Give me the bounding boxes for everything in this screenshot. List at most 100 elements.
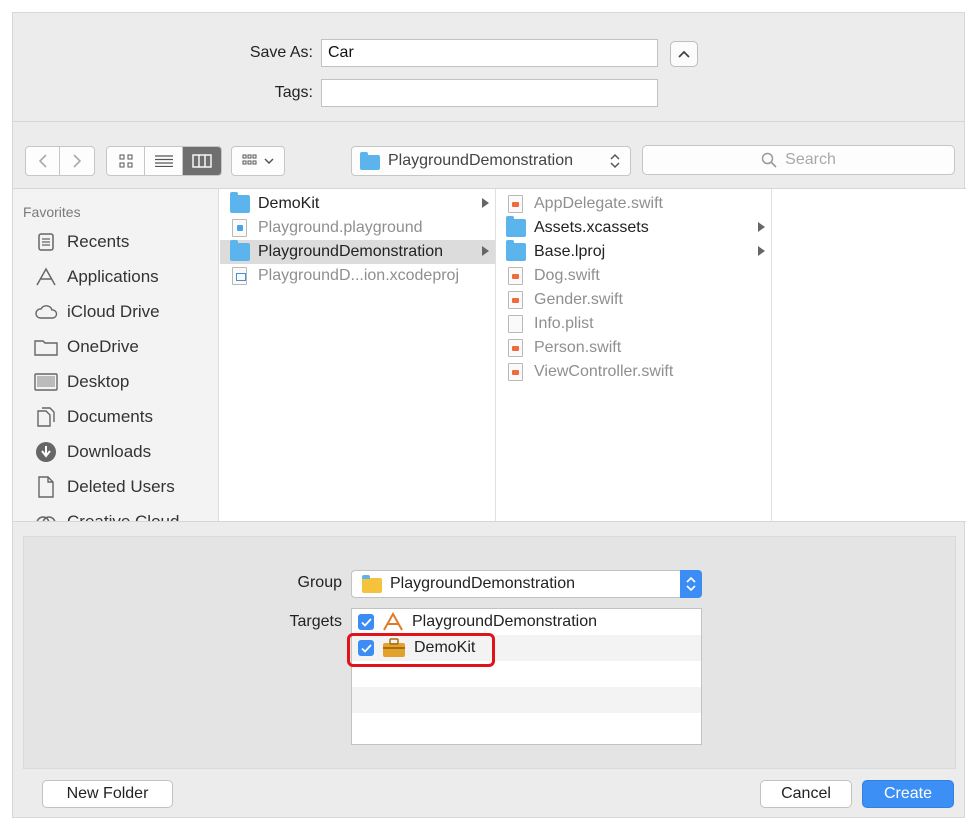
sidebar-item-label: Recents [67, 232, 130, 251]
arrange-grid-icon [242, 154, 257, 165]
sidebar-item-onedrive[interactable]: OneDrive [33, 336, 139, 358]
list-item[interactable]: DemoKit [220, 192, 495, 216]
list-view-button[interactable] [145, 147, 183, 175]
item-name: ViewController.swift [534, 363, 674, 380]
group-folder-icon [362, 575, 382, 593]
columns-icon [192, 154, 212, 168]
new-folder-button[interactable]: New Folder [42, 780, 173, 808]
swift-file-icon [508, 339, 523, 357]
list-item[interactable]: Person.swift [496, 336, 771, 360]
list-item-selected[interactable]: PlaygroundDemonstration [220, 240, 495, 264]
sidebar-item-label: Desktop [67, 372, 130, 391]
sidebar: Favorites Recents Applications iCloud Dr… [13, 189, 219, 521]
item-name: Assets.xcassets [534, 219, 649, 236]
chevron-up-icon [678, 50, 690, 58]
search-placeholder: Search [785, 151, 836, 168]
create-button[interactable]: Create [862, 780, 954, 808]
item-name: DemoKit [258, 195, 320, 212]
list-item[interactable]: Gender.swift [496, 288, 771, 312]
empty-row [352, 687, 701, 713]
column-view-button[interactable] [183, 147, 221, 175]
file-browser: Favorites Recents Applications iCloud Dr… [13, 188, 966, 522]
list-item[interactable]: Playground.playground [220, 216, 495, 240]
disclosure-arrow-icon [758, 246, 765, 256]
list-item[interactable]: Assets.xcassets [496, 216, 771, 240]
browser-column-2: AppDelegate.swift Assets.xcassets Base.l… [496, 189, 772, 521]
documents-icon [33, 406, 59, 428]
folder-icon [506, 216, 526, 237]
view-mode-control [106, 146, 222, 176]
group-stepper[interactable] [680, 570, 702, 598]
cloud-icon [33, 301, 59, 323]
desktop-icon [33, 371, 59, 393]
tags-input[interactable] [321, 79, 658, 107]
arrange-button[interactable] [231, 146, 285, 176]
back-button[interactable] [26, 147, 60, 175]
sidebar-item-label: Downloads [67, 442, 152, 461]
document-icon [33, 476, 59, 498]
plist-file-icon [508, 315, 523, 333]
list-item[interactable]: PlaygroundD...ion.xcodeproj [220, 264, 495, 288]
sidebar-item-label: iCloud Drive [67, 302, 160, 321]
sidebar-item-downloads[interactable]: Downloads [33, 441, 151, 463]
list-item[interactable]: ViewController.swift [496, 360, 771, 384]
disclosure-arrow-icon [482, 246, 489, 256]
highlight-annotation [347, 633, 495, 667]
swift-file-icon [508, 291, 523, 309]
list-item[interactable]: Info.plist [496, 312, 771, 336]
grid-icon [119, 154, 132, 168]
sidebar-item-deleted-users[interactable]: Deleted Users [33, 476, 175, 498]
chevron-left-icon [38, 154, 47, 168]
item-name: Person.swift [534, 339, 622, 356]
playground-file-icon [232, 219, 247, 237]
item-name: PlaygroundDemonstration [258, 243, 443, 260]
empty-row [352, 713, 701, 739]
list-item[interactable]: Dog.swift [496, 264, 771, 288]
path-popup[interactable]: PlaygroundDemonstration [351, 146, 631, 176]
sidebar-heading: Favorites [23, 204, 81, 220]
tags-row: Tags: [163, 79, 658, 107]
item-name: Playground.playground [258, 219, 423, 236]
nav-buttons [25, 146, 95, 176]
item-name: Base.lproj [534, 243, 606, 260]
group-popup[interactable]: PlaygroundDemonstration [351, 570, 702, 598]
item-name: Gender.swift [534, 291, 623, 308]
recents-icon [33, 231, 59, 253]
search-icon [761, 152, 777, 168]
swift-file-icon [508, 363, 523, 381]
folder-icon [230, 192, 250, 213]
collapse-button[interactable] [670, 41, 698, 67]
list-item[interactable]: Base.lproj [496, 240, 771, 264]
checkbox-checked[interactable] [358, 614, 374, 630]
sidebar-item-creative-cloud[interactable]: Creative Cloud [33, 511, 179, 521]
forward-button[interactable] [60, 147, 94, 175]
targets-list: PlaygroundDemonstration DemoKit [351, 608, 702, 745]
search-field[interactable]: Search [642, 145, 955, 175]
sidebar-item-icloud-drive[interactable]: iCloud Drive [33, 301, 160, 323]
browser-column-1: DemoKit Playground.playground Playground… [220, 189, 496, 521]
folder-icon [33, 336, 59, 358]
save-as-input[interactable]: Car [321, 39, 658, 67]
path-popup-label: PlaygroundDemonstration [388, 152, 573, 169]
icon-view-button[interactable] [107, 147, 145, 175]
creative-cloud-icon [33, 511, 59, 521]
list-item[interactable]: AppDelegate.swift [496, 192, 771, 216]
sidebar-item-applications[interactable]: Applications [33, 266, 159, 288]
group-label: Group [297, 574, 342, 591]
disclosure-arrow-icon [482, 198, 489, 208]
browser-column-3 [772, 189, 966, 521]
tags-label: Tags: [274, 84, 313, 101]
folder-icon [360, 152, 380, 170]
target-row[interactable]: PlaygroundDemonstration [352, 609, 701, 635]
sidebar-item-recents[interactable]: Recents [33, 231, 129, 253]
save-dialog: Save As: Car Tags: PlaygroundDemonstrati… [12, 12, 966, 818]
cancel-button[interactable]: Cancel [760, 780, 852, 808]
options-panel: Group PlaygroundDemonstration Targets Pl… [23, 536, 956, 769]
disclosure-arrow-icon [758, 222, 765, 232]
sidebar-item-desktop[interactable]: Desktop [33, 371, 129, 393]
sidebar-item-label: OneDrive [67, 337, 139, 356]
sidebar-item-documents[interactable]: Documents [33, 406, 153, 428]
sidebar-item-label: Deleted Users [67, 477, 175, 496]
item-name: Info.plist [534, 315, 594, 332]
swift-file-icon [508, 195, 523, 213]
